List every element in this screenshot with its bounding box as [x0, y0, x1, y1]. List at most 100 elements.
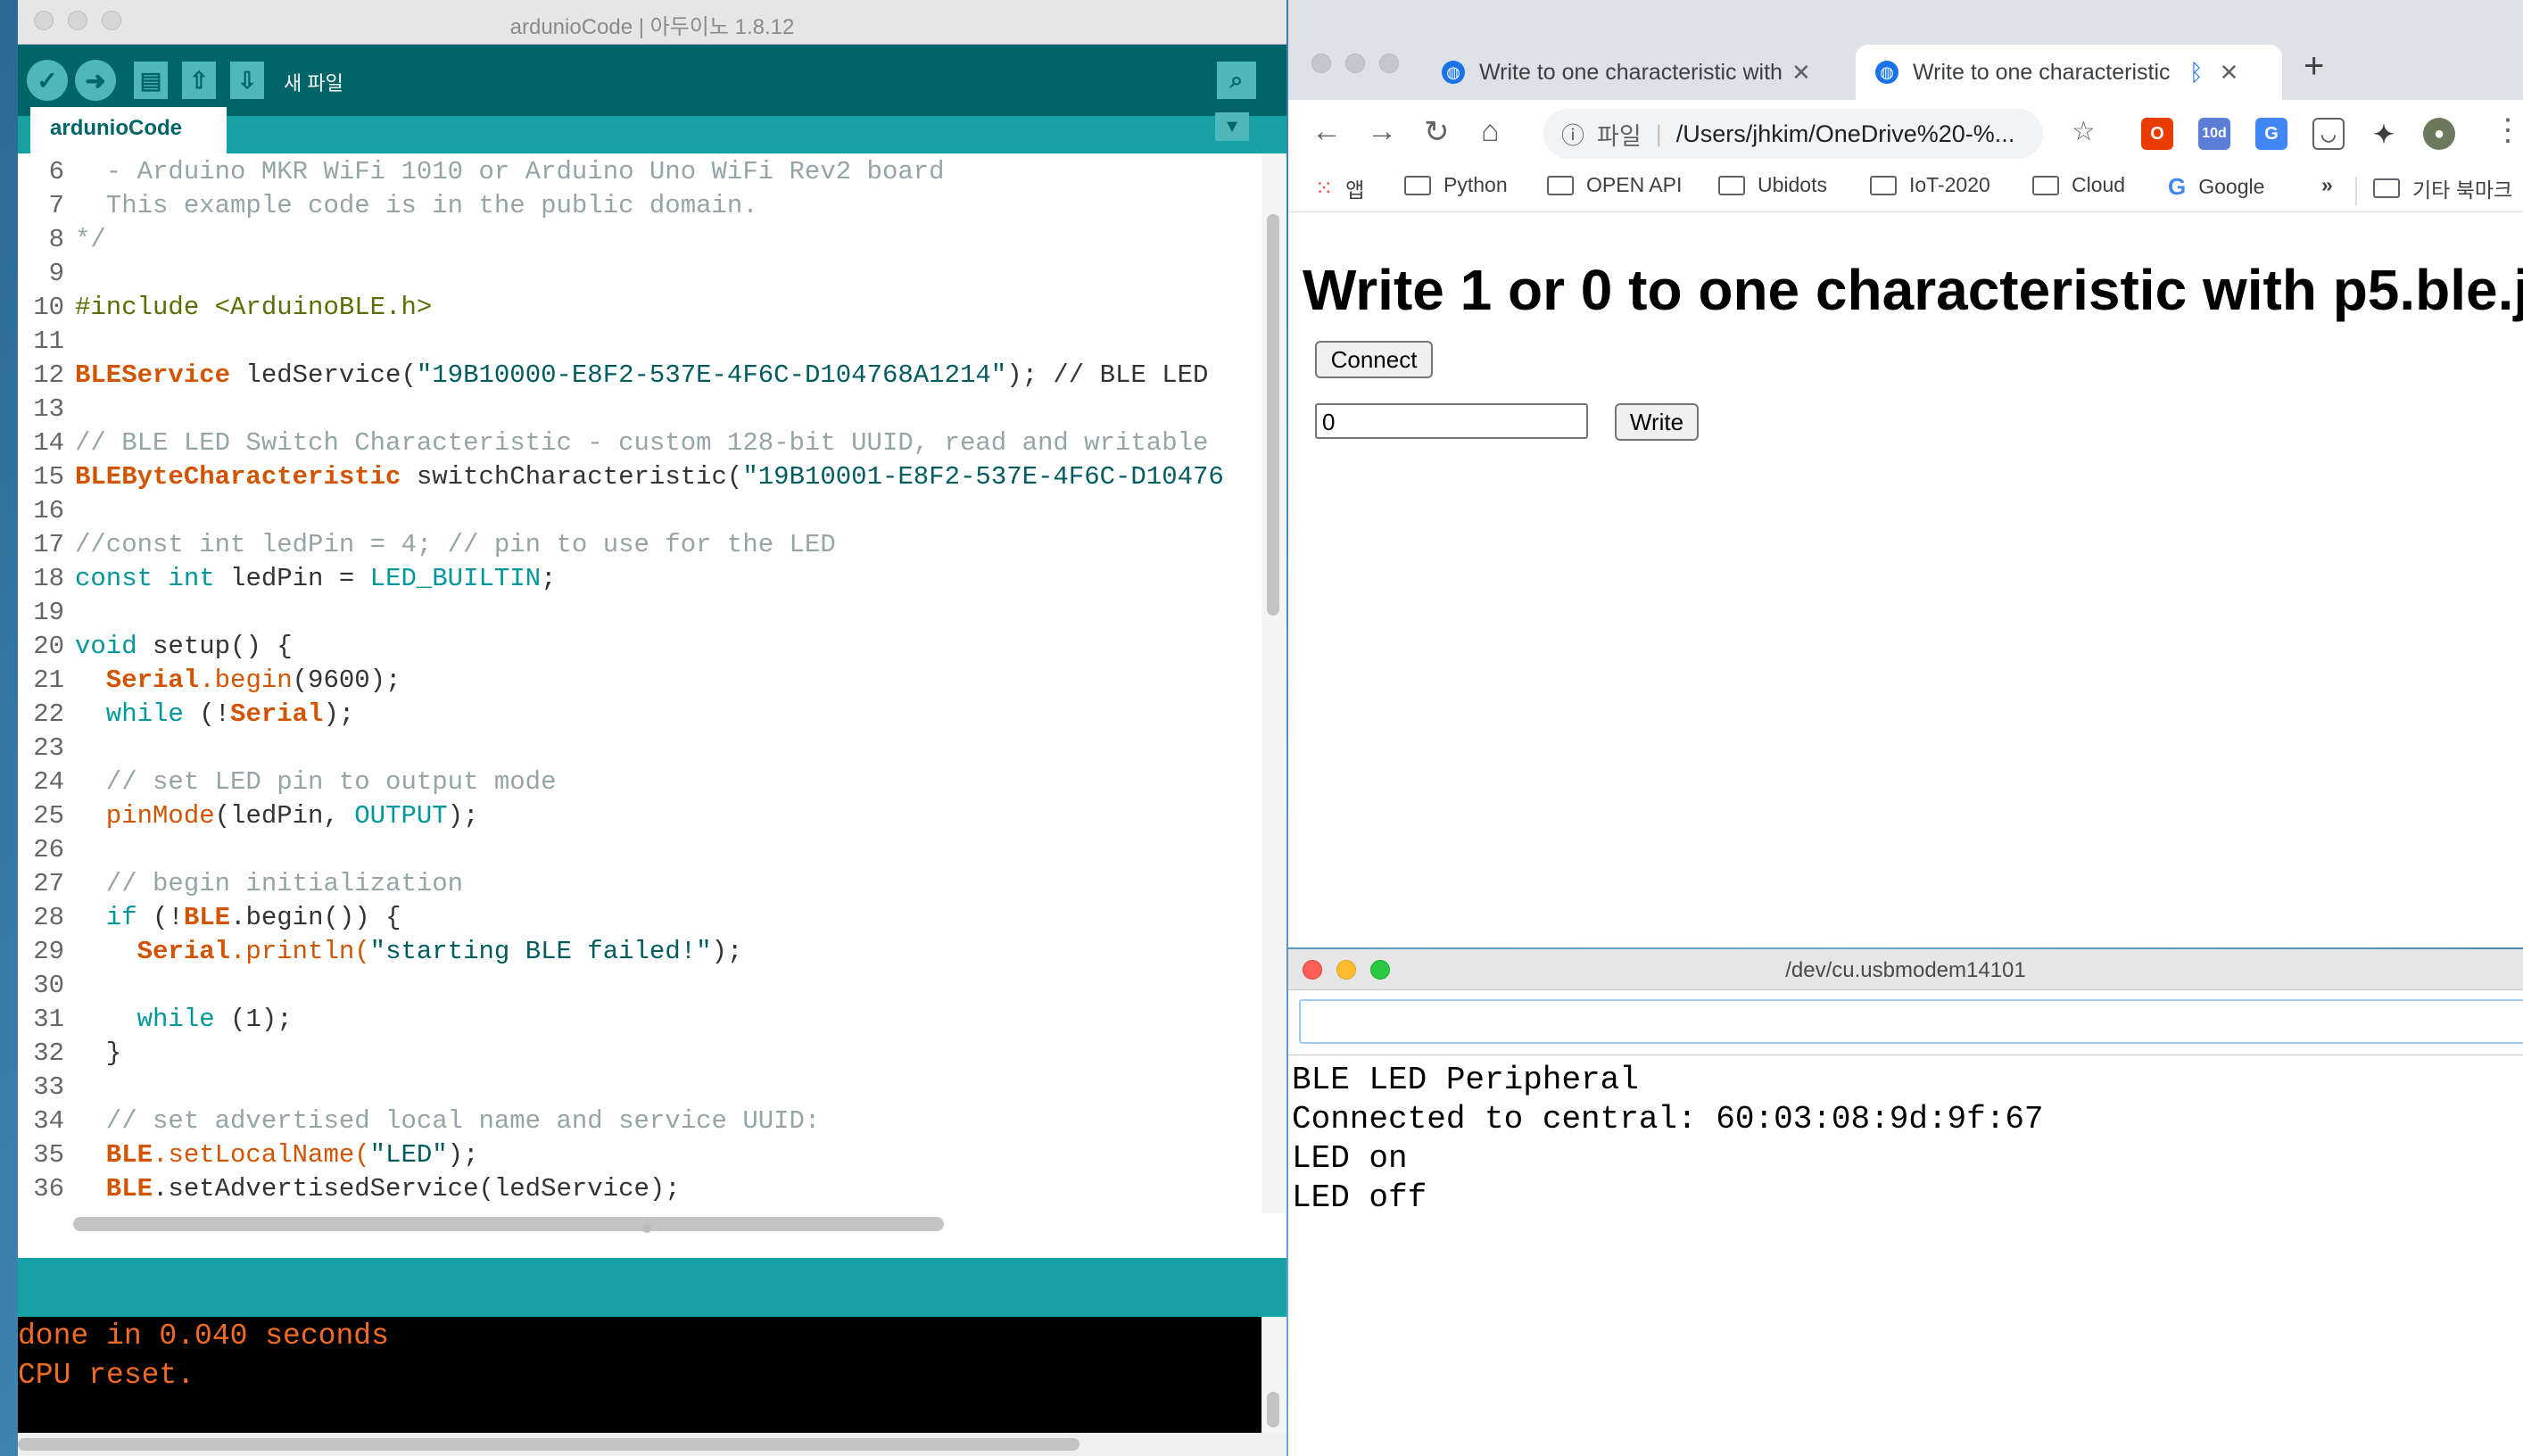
code-text: // BLE LED Switch Characteristic - custo… — [75, 428, 1209, 458]
address-bar[interactable]: ⓘ 파일 | /Users/jhkim/OneDrive%20-%... — [1543, 109, 2043, 159]
code-text: //const int ledPin = 4; // pin to use fo… — [75, 530, 836, 559]
code-token: BLEByteCharacteristic — [75, 462, 401, 492]
code-token: "19B10001-E8F2-537E-4F6C-D10476 — [742, 462, 1224, 492]
code-line: // set LED pin to output mode — [75, 765, 557, 799]
editor-horizontal-scroll-thumb[interactable] — [73, 1217, 944, 1231]
arrow-left-icon: ← — [1311, 114, 1342, 148]
sketch-tab[interactable]: ardunioCode — [30, 107, 227, 153]
code-token: pinMode — [75, 801, 215, 831]
bookmark-open-api[interactable]: OPEN API — [1547, 173, 1682, 197]
connect-button[interactable]: Connect — [1315, 341, 1433, 378]
code-line: // set advertised local name and service… — [75, 1104, 821, 1138]
bookmarks-overflow-button[interactable]: » — [2321, 173, 2333, 197]
serial-monitor-button[interactable]: ⌕ — [1217, 62, 1256, 99]
browser-tab-active[interactable]: ◍ Write to one characteristic ᛒ ✕ — [1856, 45, 2282, 100]
upload-button[interactable]: ➜ — [75, 60, 116, 101]
code-token: Serial — [230, 699, 324, 729]
profile-avatar[interactable]: ● — [2423, 118, 2455, 150]
code-text: #include <ArduinoBLE.h> — [75, 293, 433, 322]
code-token: BLE — [183, 903, 231, 932]
line-number: 33 — [33, 1072, 64, 1102]
code-token: .begin — [199, 666, 293, 695]
tab-menu-button[interactable]: ▼ — [1215, 112, 1249, 141]
translate-extension[interactable]: G — [2255, 118, 2287, 150]
reload-button[interactable]: ↻ — [1424, 114, 1450, 150]
save-sketch-button[interactable]: ⇩ — [230, 62, 264, 99]
verify-button[interactable]: ✓ — [27, 60, 68, 101]
chrome-menu-button[interactable]: ⋮ — [2493, 112, 2523, 148]
line-number: 25 — [33, 801, 64, 831]
bookmark-cloud[interactable]: Cloud — [2032, 173, 2125, 197]
bookmark-google[interactable]: G Google — [2168, 173, 2264, 201]
value-input[interactable]: 0 — [1315, 403, 1588, 439]
folder-icon — [1404, 175, 1431, 195]
close-tab-icon[interactable]: ✕ — [1791, 59, 1811, 87]
code-token: BLE — [75, 1174, 153, 1204]
split-handle[interactable] — [642, 1224, 651, 1233]
browser-tab[interactable]: ◍ Write to one characteristic with ✕ — [1422, 45, 1834, 100]
new-tab-button[interactable]: + — [2304, 46, 2324, 87]
chrome-window: ◍ Write to one characteristic with ✕ ◍ W… — [1288, 0, 2523, 947]
line-number: 19 — [33, 598, 64, 627]
output-console: done in 0.040 seconds CPU reset. — [18, 1317, 1262, 1433]
code-line: BLEService ledService("19B10000-E8F2-537… — [75, 359, 1208, 393]
new-sketch-button[interactable]: ▤ — [134, 62, 168, 99]
code-token: void — [75, 632, 137, 661]
code-token: while — [75, 699, 184, 729]
serial-line: LED on — [1292, 1140, 1408, 1177]
code-token: LED_BUILTIN — [369, 564, 542, 593]
close-window-button[interactable] — [1311, 54, 1331, 73]
line-number: 18 — [33, 564, 64, 593]
code-line: Serial.println("starting BLE failed!"); — [75, 935, 743, 969]
code-token: BLEService — [75, 360, 231, 390]
line-number: 15 — [33, 462, 64, 492]
code-line: const int ledPin = LED_BUILTIN; — [75, 562, 557, 596]
extensions-button[interactable]: ✦ — [2368, 118, 2400, 150]
code-token: while — [75, 1005, 215, 1034]
minimize-window-button[interactable] — [1345, 54, 1365, 73]
bookmark-label: OPEN API — [1586, 173, 1683, 196]
forward-button[interactable]: → — [1367, 114, 1397, 149]
code-editor[interactable]: 6 - Arduino MKR WiFi 1010 or Arduino Uno… — [18, 153, 1262, 1213]
code-token: OUTPUT — [354, 801, 448, 831]
code-line: BLE.setLocalName("LED"); — [75, 1138, 479, 1172]
code-token: BLE — [75, 1140, 153, 1170]
calendar-extension[interactable]: 10d — [2198, 118, 2230, 150]
arduino-ide-window: ardunioCode | 아두이노 1.8.12 ✓ ➜ ▤ ⇧ ⇩ 새 파일… — [18, 0, 1286, 1456]
line-number: 28 — [33, 903, 64, 932]
folder-icon — [2032, 175, 2059, 195]
zoom-window-button[interactable] — [1379, 54, 1399, 73]
serial-line: Connected to central: 60:03:08:9d:9f:67 — [1292, 1101, 2044, 1138]
code-line: //const int ledPin = 4; // pin to use fo… — [75, 528, 836, 562]
write-button[interactable]: Write — [1615, 403, 1699, 441]
bookmark-star-button[interactable]: ☆ — [2072, 116, 2096, 147]
bookmark-apps[interactable]: ⁙ 앱 — [1315, 173, 1364, 203]
bookmark-python[interactable]: Python — [1404, 173, 1508, 197]
line-number: 20 — [33, 632, 64, 661]
bookmark-iot-2020[interactable]: IoT-2020 — [1870, 173, 1990, 197]
office-extension[interactable]: O — [2141, 118, 2173, 150]
editor-vertical-scroll-thumb[interactable] — [1267, 214, 1279, 616]
close-tab-icon[interactable]: ✕ — [2220, 59, 2239, 87]
bookmark-ubidots[interactable]: Ubidots — [1718, 173, 1827, 197]
home-button[interactable]: ⌂ — [1481, 114, 1500, 149]
pocket-extension[interactable]: ◡ — [2312, 118, 2345, 150]
line-number: 34 — [33, 1106, 64, 1136]
code-line: // BLE LED Switch Characteristic - custo… — [75, 426, 1208, 460]
open-sketch-button[interactable]: ⇧ — [182, 62, 216, 99]
serial-send-input[interactable] — [1299, 999, 2523, 1044]
console-scroll-thumb[interactable] — [1267, 1392, 1279, 1427]
kebab-menu-icon: ⋮ — [2493, 113, 2523, 147]
overflow-label: » — [2321, 173, 2333, 196]
line-number: 7 — [48, 191, 64, 220]
code-token: if — [75, 903, 137, 932]
console-line: done in 0.040 seconds — [18, 1320, 389, 1353]
bookmark-label: Cloud — [2072, 173, 2126, 196]
bookmark-other[interactable]: 기타 북마크 — [2373, 173, 2512, 203]
code-text: // set advertised local name and service… — [75, 1106, 821, 1136]
line-number: 24 — [33, 767, 64, 797]
console-horizontal-scroll-thumb[interactable] — [18, 1438, 1080, 1451]
arduino-toolbar: ✓ ➜ ▤ ⇧ ⇩ 새 파일 ⌕ — [18, 45, 1286, 116]
back-button[interactable]: ← — [1311, 114, 1342, 149]
google-icon: G — [2168, 173, 2187, 200]
